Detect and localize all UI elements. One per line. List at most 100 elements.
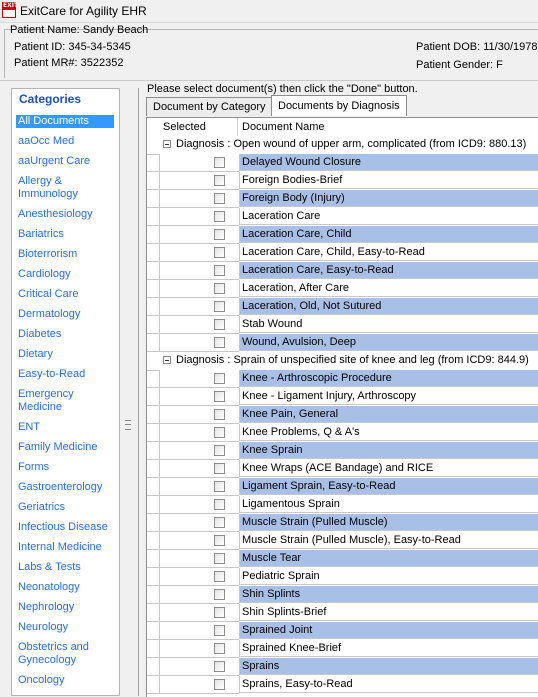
category-item[interactable]: Anesthesiology: [18, 208, 116, 221]
category-item[interactable]: Bioterrorism: [18, 248, 116, 261]
category-item[interactable]: Labs & Tests: [18, 561, 116, 574]
document-checkbox[interactable]: [214, 481, 225, 492]
document-checkbox[interactable]: [214, 337, 225, 348]
document-row[interactable]: Sprains: [147, 658, 538, 676]
document-checkbox[interactable]: [214, 319, 225, 330]
category-item[interactable]: Allergy & Immunology: [18, 175, 116, 201]
document-row[interactable]: Wound, Avulsion, Deep: [147, 334, 538, 352]
document-checkbox[interactable]: [214, 517, 225, 528]
category-item[interactable]: Dermatology: [18, 308, 116, 321]
document-checkbox[interactable]: [214, 445, 225, 456]
category-item[interactable]: Emergency Medicine: [18, 388, 116, 414]
document-row[interactable]: Laceration, After Care: [147, 280, 538, 298]
column-header-document-name[interactable]: Document Name: [242, 121, 325, 133]
document-checkbox[interactable]: [214, 391, 225, 402]
collapse-icon[interactable]: [163, 140, 171, 148]
document-checkbox[interactable]: [214, 409, 225, 420]
category-item[interactable]: Diabetes: [18, 328, 116, 341]
document-checkbox[interactable]: [214, 175, 225, 186]
category-item[interactable]: Dietary: [18, 348, 116, 361]
document-checkbox[interactable]: [214, 679, 225, 690]
tab-document-by-category[interactable]: Document by Category: [146, 97, 273, 116]
document-row[interactable]: Knee - Arthroscopic Procedure: [147, 370, 538, 388]
document-row[interactable]: Ligament Sprain, Easy-to-Read: [147, 478, 538, 496]
column-header-selected[interactable]: Selected: [163, 121, 206, 133]
document-row[interactable]: Stab Wound: [147, 316, 538, 334]
document-checkbox[interactable]: [214, 589, 225, 600]
instruction-text: Please select document(s) then click the…: [147, 83, 418, 95]
document-checkbox[interactable]: [214, 643, 225, 654]
document-row[interactable]: Knee - Ligament Injury, Arthroscopy: [147, 388, 538, 406]
document-checkbox[interactable]: [214, 247, 225, 258]
category-item[interactable]: Forms: [18, 461, 116, 474]
document-row[interactable]: Ligamentous Sprain: [147, 496, 538, 514]
document-checkbox[interactable]: [214, 193, 225, 204]
category-item[interactable]: Geriatrics: [18, 501, 116, 514]
category-item[interactable]: Internal Medicine: [18, 541, 116, 554]
category-item[interactable]: Family Medicine: [18, 441, 116, 454]
document-checkbox[interactable]: [214, 607, 225, 618]
document-row[interactable]: Knee Problems, Q & A's: [147, 424, 538, 442]
document-name: Sprains, Easy-to-Read: [242, 678, 353, 690]
category-item[interactable]: Bariatrics: [18, 228, 116, 241]
category-item[interactable]: Nephrology: [18, 601, 116, 614]
diagnosis-group-row[interactable]: Diagnosis : Open wound of upper arm, com…: [147, 136, 538, 155]
document-checkbox[interactable]: [214, 535, 225, 546]
category-item[interactable]: Critical Care: [18, 288, 116, 301]
document-row[interactable]: Delayed Wound Closure: [147, 154, 538, 172]
document-checkbox[interactable]: [214, 283, 225, 294]
document-name-cell: Wound, Avulsion, Deep: [239, 334, 538, 351]
document-checkbox[interactable]: [214, 661, 225, 672]
document-checkbox[interactable]: [214, 571, 225, 582]
document-row[interactable]: Muscle Tear: [147, 550, 538, 568]
document-checkbox[interactable]: [214, 301, 225, 312]
tab-documents-by-diagnosis[interactable]: Documents by Diagnosis: [271, 95, 407, 116]
category-item[interactable]: All Documents: [16, 115, 114, 128]
category-item[interactable]: Neurology: [18, 621, 116, 634]
document-checkbox[interactable]: [214, 211, 225, 222]
category-item[interactable]: Cardiology: [18, 268, 116, 281]
panel-splitter[interactable]: [120, 88, 128, 696]
document-row[interactable]: Shin Splints: [147, 586, 538, 604]
collapse-icon[interactable]: [163, 356, 171, 364]
document-checkbox[interactable]: [214, 157, 225, 168]
document-row[interactable]: Sprained Joint: [147, 622, 538, 640]
document-checkbox[interactable]: [214, 499, 225, 510]
diagnosis-group-row[interactable]: Diagnosis : Sprain of unspecified site o…: [147, 352, 538, 371]
document-row[interactable]: Laceration Care, Child: [147, 226, 538, 244]
document-row[interactable]: Laceration Care: [147, 208, 538, 226]
selected-cell: [160, 514, 239, 532]
document-checkbox[interactable]: [214, 229, 225, 240]
document-row[interactable]: Laceration Care, Easy-to-Read: [147, 262, 538, 280]
splitter-grip-icon[interactable]: [125, 420, 131, 430]
category-item[interactable]: Oncology: [18, 674, 116, 687]
document-checkbox[interactable]: [214, 427, 225, 438]
document-row[interactable]: Pediatric Sprain: [147, 568, 538, 586]
column-separator[interactable]: [237, 118, 238, 136]
document-row[interactable]: Knee Sprain: [147, 442, 538, 460]
document-checkbox[interactable]: [214, 265, 225, 276]
document-row[interactable]: Sprains, Easy-to-Read: [147, 676, 538, 694]
category-item[interactable]: Infectious Disease: [18, 521, 116, 534]
category-item[interactable]: Obstetrics and Gynecology: [18, 641, 116, 667]
document-row[interactable]: Foreign Body (Injury): [147, 190, 538, 208]
document-row[interactable]: Shin Splints-Brief: [147, 604, 538, 622]
document-checkbox[interactable]: [214, 373, 225, 384]
document-row[interactable]: Muscle Strain (Pulled Muscle), Easy-to-R…: [147, 532, 538, 550]
document-row[interactable]: Knee Pain, General: [147, 406, 538, 424]
document-row[interactable]: Muscle Strain (Pulled Muscle): [147, 514, 538, 532]
document-row[interactable]: Knee Wraps (ACE Bandage) and RICE: [147, 460, 538, 478]
category-item[interactable]: Easy-to-Read: [18, 368, 116, 381]
document-row[interactable]: Foreign Bodies-Brief: [147, 172, 538, 190]
category-item[interactable]: aaOcc Med: [18, 135, 116, 148]
category-item[interactable]: Gastroenterology: [18, 481, 116, 494]
document-checkbox[interactable]: [214, 625, 225, 636]
category-item[interactable]: Neonatology: [18, 581, 116, 594]
document-checkbox[interactable]: [214, 463, 225, 474]
document-checkbox[interactable]: [214, 553, 225, 564]
category-item[interactable]: aaUrgent Care: [18, 155, 116, 168]
document-row[interactable]: Laceration, Old, Not Sutured: [147, 298, 538, 316]
document-row[interactable]: Laceration Care, Child, Easy-to-Read: [147, 244, 538, 262]
document-row[interactable]: Sprained Knee-Brief: [147, 640, 538, 658]
category-item[interactable]: ENT: [18, 421, 116, 434]
